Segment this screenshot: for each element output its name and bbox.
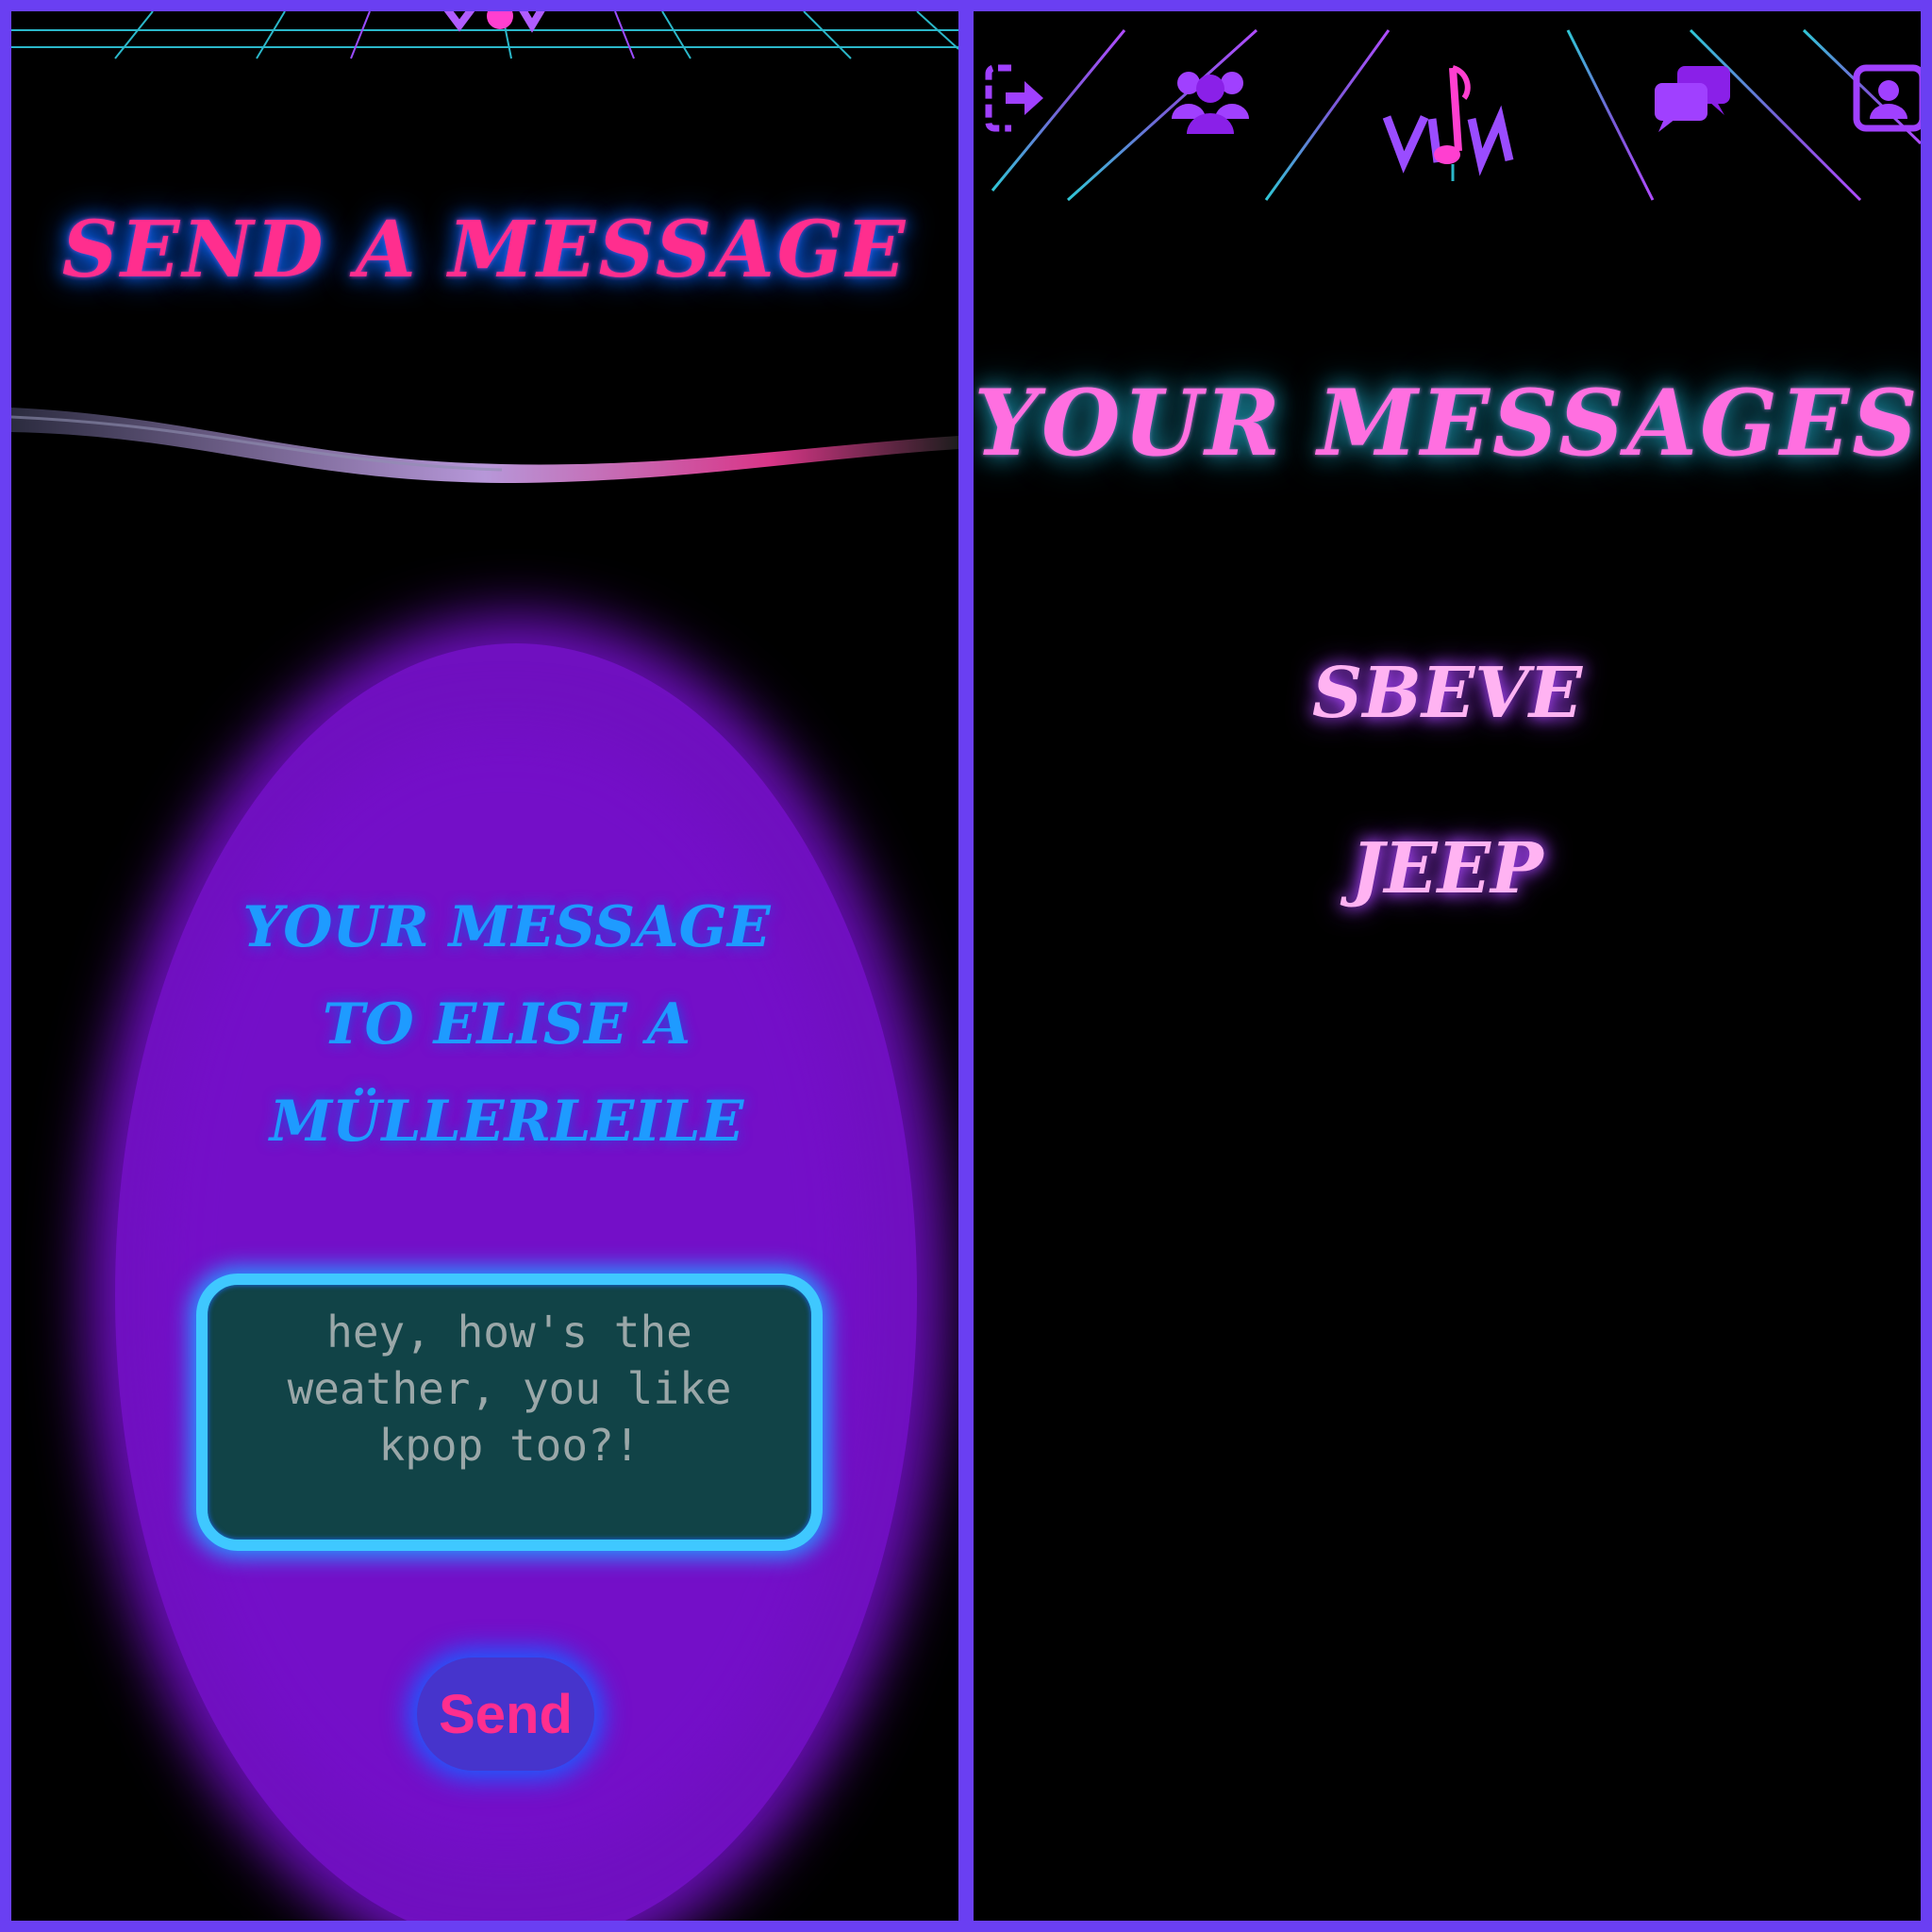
messages-list-screen: Your Messages Sbeve Jeep [974, 11, 1921, 1921]
recipient-heading-line: Müllerleile [269, 1089, 744, 1155]
message-input[interactable]: hey, how's the weather, you like kpop to… [196, 1274, 823, 1551]
send-message-screen: Send a Message Your message to Elise A M… [11, 11, 958, 1921]
conversation-item[interactable]: Jeep [974, 828, 1921, 909]
recipient-heading: Your message to Elise A Müllerleile [200, 879, 813, 1171]
music-note-logo-icon[interactable] [426, 11, 558, 40]
page-title: Send a Message [61, 205, 908, 295]
send-button-label: Send [439, 1683, 573, 1745]
page-title: Your Messages [974, 370, 1921, 476]
logout-icon[interactable] [983, 60, 1049, 136]
friends-icon[interactable] [1168, 60, 1253, 136]
send-button[interactable]: Send [417, 1657, 594, 1771]
wave-decoration [11, 408, 958, 483]
conversation-item[interactable]: Sbeve [974, 653, 1921, 734]
messages-icon[interactable] [1651, 60, 1736, 136]
recipient-heading-line: Your message [242, 894, 771, 960]
recipient-heading-line: to Elise A [322, 991, 691, 1058]
profile-icon[interactable] [1851, 60, 1921, 136]
music-note-logo-icon[interactable] [1377, 60, 1528, 183]
message-input-text[interactable]: hey, how's the weather, you like kpop to… [226, 1304, 792, 1474]
